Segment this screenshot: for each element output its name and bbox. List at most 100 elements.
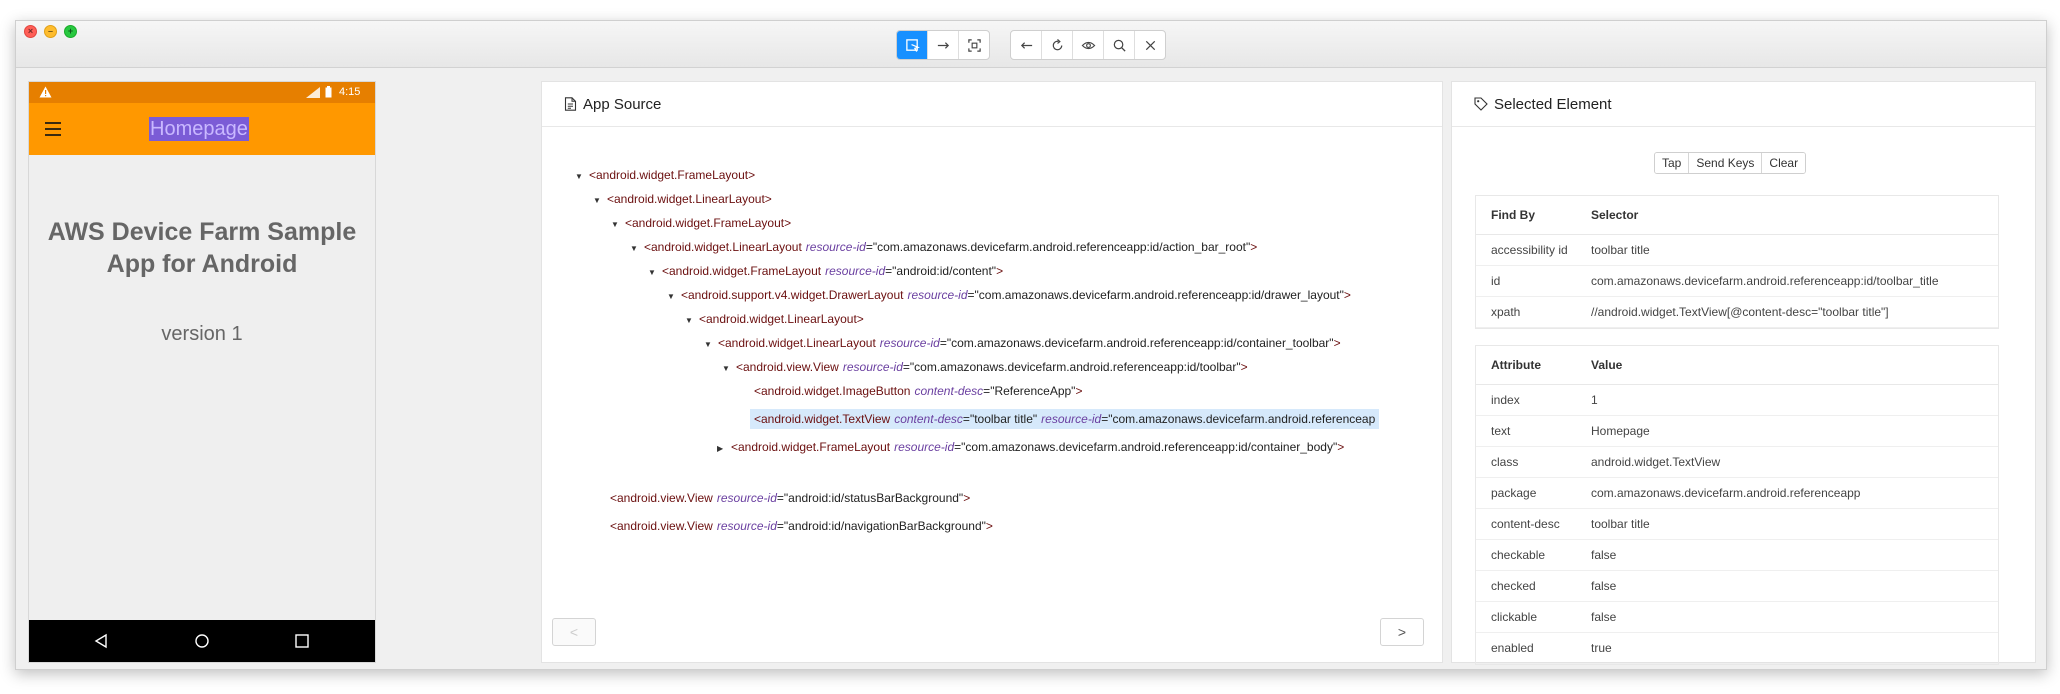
collapse-caret-icon[interactable]: ▼: [630, 241, 644, 257]
app-source-panel: App Source ▼ <android.widget.FrameLayout>…: [541, 81, 1443, 663]
search-icon: [1113, 39, 1126, 52]
row-value: true: [1591, 641, 1612, 655]
device-app-version: version 1: [161, 323, 243, 345]
warning-icon: [39, 86, 52, 98]
tree-node[interactable]: <android.view.View resource-id="android:i…: [610, 490, 970, 506]
tap-button[interactable]: Tap: [1655, 153, 1690, 173]
nav-back-icon[interactable]: [93, 633, 109, 649]
row-key: index: [1491, 393, 1520, 407]
column-header: Selector: [1591, 208, 1639, 222]
tree-node[interactable]: ▼ <android.widget.LinearLayout>: [593, 191, 772, 207]
attr-value: "com.amazonaws.devicefarm.android.refere…: [872, 240, 1251, 254]
node-tag: <android.widget.TextView: [754, 412, 891, 426]
swipe-button[interactable]: [928, 31, 959, 59]
tree-node[interactable]: <android.widget.ImageButton content-desc=…: [754, 383, 1082, 399]
tree-node[interactable]: ▼ <android.view.View resource-id="com.amaz…: [722, 359, 1248, 375]
send-keys-button[interactable]: Send Keys: [1689, 153, 1763, 173]
tree-node[interactable]: ▼ <android.widget.LinearLayout resource-id…: [704, 335, 1341, 351]
expand-caret-icon[interactable]: ▶: [717, 441, 731, 457]
node-close: >: [963, 491, 971, 505]
attr-name: resource-id: [879, 336, 940, 350]
tree-node-selected[interactable]: <android.widget.TextView content-desc="to…: [750, 409, 1380, 429]
tree-node[interactable]: ▼ <android.widget.FrameLayout resource-id=…: [648, 263, 1003, 279]
node-close: >: [1240, 360, 1248, 374]
back-button[interactable]: [1011, 31, 1042, 59]
tree-node[interactable]: ▼ <android.widget.FrameLayout>: [575, 167, 755, 183]
selector-row: xpath //android.widget.TextView[@content-…: [1476, 297, 1998, 328]
selector-row: accessibility id toolbar title: [1476, 235, 1998, 266]
inspector-mode-group: [896, 30, 990, 60]
search-button[interactable]: [1104, 31, 1135, 59]
close-window-button[interactable]: ×: [24, 25, 37, 38]
node-tag: <android.widget.LinearLayout: [644, 240, 802, 254]
session-actions-group: [1010, 30, 1166, 60]
collapse-caret-icon[interactable]: ▼: [593, 193, 607, 209]
maximize-window-button[interactable]: +: [64, 25, 77, 38]
battery-icon: [325, 86, 332, 98]
tree-node[interactable]: ▼ <android.widget.FrameLayout>: [611, 215, 791, 231]
attr-value: "android:id/content": [892, 264, 997, 278]
eye-icon: [1081, 41, 1095, 49]
row-key: id: [1491, 274, 1501, 288]
nav-recents-icon[interactable]: [294, 633, 310, 649]
clear-button[interactable]: Clear: [1762, 153, 1806, 173]
swipe-arrow-icon: [937, 41, 949, 49]
attr-name: resource-id: [1041, 412, 1102, 426]
selected-element-header: Selected Element: [1452, 82, 2035, 127]
screenshot-button[interactable]: [959, 31, 989, 59]
row-value: Homepage: [1591, 424, 1650, 438]
attr-name: resource-id: [894, 440, 955, 454]
toggle-visibility-button[interactable]: [1073, 31, 1104, 59]
tree-node[interactable]: ▶ <android.widget.FrameLayout resource-id=…: [717, 439, 1344, 455]
attribute-row: checkable false: [1476, 540, 1998, 571]
attr-name: resource-id: [716, 491, 777, 505]
attribute-row: index 1: [1476, 385, 1998, 416]
tree-node[interactable]: <android.view.View resource-id="android:i…: [610, 518, 993, 534]
row-key: accessibility id: [1491, 243, 1568, 257]
collapse-caret-icon[interactable]: ▼: [575, 169, 589, 185]
next-page-button[interactable]: >: [1380, 618, 1424, 646]
collapse-caret-icon[interactable]: ▼: [648, 265, 662, 281]
selectors-table: Find By Selector accessibility id toolbar t…: [1475, 195, 1999, 329]
row-value: false: [1591, 548, 1617, 562]
attr-value: "ReferenceApp": [990, 384, 1076, 398]
tag-icon: [1474, 97, 1488, 111]
select-elements-button[interactable]: [897, 31, 928, 59]
prev-page-button[interactable]: <: [552, 618, 596, 646]
attr-value: "com.amazonaws.devicefarm.android.refere…: [961, 440, 1338, 454]
hamburger-menu-icon[interactable]: [45, 122, 61, 140]
node-tag: <android.widget.LinearLayout>: [699, 312, 864, 326]
device-screenshot[interactable]: 4:15 Homepage AWS Device Farm Sample App…: [28, 81, 376, 663]
collapse-caret-icon[interactable]: ▼: [722, 361, 736, 377]
nav-home-icon[interactable]: [194, 633, 210, 649]
quit-session-button[interactable]: [1135, 31, 1165, 59]
tree-node[interactable]: ▼ <android.widget.LinearLayout>: [685, 311, 864, 327]
attr-name: resource-id: [842, 360, 903, 374]
device-toolbar-title[interactable]: Homepage: [149, 117, 249, 141]
refresh-icon: [1052, 38, 1062, 50]
attr-value: "toolbar title": [969, 412, 1038, 426]
collapse-caret-icon[interactable]: ▼: [667, 289, 681, 305]
tree-node[interactable]: ▼ <android.widget.LinearLayout resource-id…: [630, 239, 1257, 255]
node-tag: <android.support.v4.widget.DrawerLayout: [681, 288, 904, 302]
attr-value: "android:id/navigationBarBackground": [783, 519, 986, 533]
collapse-caret-icon[interactable]: ▼: [685, 313, 699, 329]
collapse-caret-icon[interactable]: ▼: [611, 217, 625, 233]
attr-value: "com.amazonaws.devicefarm.android.refere…: [909, 360, 1241, 374]
device-status-bar: 4:15: [29, 82, 375, 103]
attr-name: content-desc: [914, 384, 984, 398]
row-value: false: [1591, 579, 1617, 593]
refresh-button[interactable]: [1042, 31, 1073, 59]
minimize-window-button[interactable]: –: [44, 25, 57, 38]
row-key: package: [1491, 486, 1537, 500]
tree-node[interactable]: ▼ <android.support.v4.widget.DrawerLayout…: [667, 287, 1351, 303]
attribute-row: class android.widget.TextView: [1476, 447, 1998, 478]
node-tag: <android.widget.ImageButton: [754, 384, 911, 398]
collapse-caret-icon[interactable]: ▼: [704, 337, 718, 353]
node-close: >: [1333, 336, 1341, 350]
row-value: com.amazonaws.devicefarm.android.referen…: [1591, 486, 1861, 500]
column-header: Attribute: [1491, 358, 1541, 372]
device-heading-line2: App for Android: [106, 250, 298, 278]
node-close: >: [1075, 384, 1083, 398]
node-close: >: [985, 519, 993, 533]
